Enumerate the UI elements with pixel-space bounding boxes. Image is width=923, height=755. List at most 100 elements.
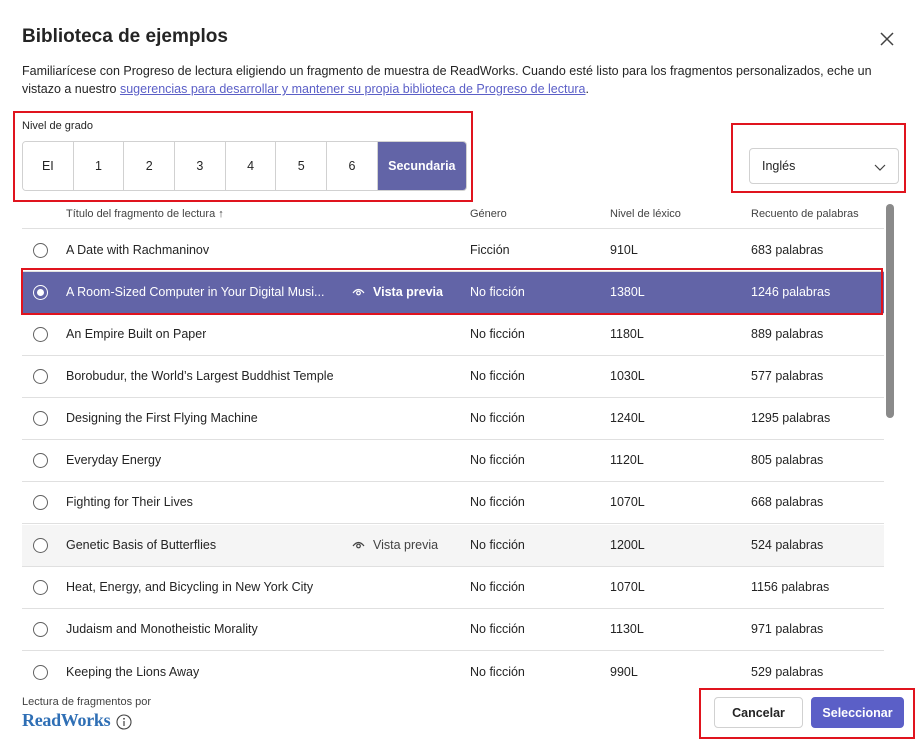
select-button[interactable]: Seleccionar xyxy=(811,697,904,728)
passages-table: Título del fragmento de lectura ↑ Género… xyxy=(22,202,884,686)
table-row[interactable]: Borobudur, the World’s Largest Buddhist … xyxy=(22,356,884,398)
attribution-label: Lectura de fragmentos por xyxy=(22,696,152,708)
row-radio[interactable] xyxy=(33,538,48,553)
row-radio[interactable] xyxy=(33,665,48,680)
passage-words: 971 palabras xyxy=(751,622,824,636)
grade-option-secundaria[interactable]: Secundaria xyxy=(377,142,466,190)
table-row[interactable]: Everyday Energy No ficción 1120L 805 pal… xyxy=(22,440,884,482)
column-header-words[interactable]: Recuento de palabras xyxy=(751,208,859,220)
info-icon[interactable] xyxy=(116,714,132,730)
dialog-title: Biblioteca de ejemplos xyxy=(22,26,228,47)
language-dropdown[interactable]: Inglés xyxy=(749,148,899,184)
grade-option-2[interactable]: 2 xyxy=(124,142,176,190)
passage-genre: No ficción xyxy=(470,327,525,341)
passage-lexile: 1180L xyxy=(610,327,644,341)
passage-words: 529 palabras xyxy=(751,665,824,679)
passage-title: Fighting for Their Lives xyxy=(66,495,193,509)
passage-genre: No ficción xyxy=(470,580,525,594)
row-radio[interactable] xyxy=(33,369,48,384)
chevron-down-icon xyxy=(874,164,886,171)
row-radio[interactable] xyxy=(33,495,48,510)
passage-lexile: 1380L xyxy=(610,285,645,299)
passage-genre: No ficción xyxy=(470,453,525,467)
grade-option-ei[interactable]: EI xyxy=(23,142,74,190)
passage-genre: No ficción xyxy=(470,538,525,552)
row-radio[interactable] xyxy=(33,580,48,595)
passage-words: 524 palabras xyxy=(751,538,824,552)
sort-arrow-up-icon: ↑ xyxy=(218,208,224,220)
table-row[interactable]: Designing the First Flying Machine No fi… xyxy=(22,398,884,440)
column-header-title[interactable]: Título del fragmento de lectura ↑ xyxy=(66,208,224,220)
passage-genre: No ficción xyxy=(470,285,525,299)
passage-genre: No ficción xyxy=(470,622,525,636)
passage-words: 577 palabras xyxy=(751,369,824,383)
passage-genre: Ficción xyxy=(470,243,510,257)
library-tips-link[interactable]: sugerencias para desarrollar y mantener … xyxy=(120,82,586,96)
passage-lexile: 1070L xyxy=(610,580,645,594)
grade-option-5[interactable]: 5 xyxy=(276,142,328,190)
passage-title: Designing the First Flying Machine xyxy=(66,411,258,425)
table-row[interactable]: Heat, Energy, and Bicycling in New York … xyxy=(22,567,884,609)
language-value: Inglés xyxy=(762,159,796,173)
passage-title: A Date with Rachmaninov xyxy=(66,243,210,257)
passage-lexile: 910L xyxy=(610,243,638,257)
row-radio[interactable] xyxy=(33,411,48,426)
passage-lexile: 1130L xyxy=(610,622,644,636)
passage-title: A Room-Sized Computer in Your Digital Mu… xyxy=(66,285,325,299)
passage-genre: No ficción xyxy=(470,369,525,383)
grade-label: Nivel de grado xyxy=(22,120,93,132)
row-radio[interactable] xyxy=(33,453,48,468)
table-row[interactable]: Keeping the Lions Away No ficción 990L 5… xyxy=(22,652,884,686)
row-radio[interactable] xyxy=(33,285,48,300)
readworks-logo: ReadWorks xyxy=(22,710,111,730)
table-row[interactable]: Judaism and Monotheistic Morality No fic… xyxy=(22,609,884,651)
grade-option-3[interactable]: 3 xyxy=(175,142,226,190)
table-row[interactable]: Fighting for Their Lives No ficción 1070… xyxy=(22,482,884,524)
table-row[interactable]: A Date with Rachmaninov Ficción 910L 683… xyxy=(22,230,884,272)
passage-lexile: 1070L xyxy=(610,495,645,509)
passage-words: 668 palabras xyxy=(751,495,824,509)
passage-words: 1156 palabras xyxy=(751,580,830,594)
cancel-button[interactable]: Cancelar xyxy=(714,697,803,728)
grade-selector: EI 1 2 3 4 5 6 Secundaria xyxy=(22,141,467,191)
grade-option-1[interactable]: 1 xyxy=(73,142,125,190)
close-icon[interactable] xyxy=(876,28,898,50)
row-radio[interactable] xyxy=(33,327,48,342)
grade-option-6[interactable]: 6 xyxy=(327,142,378,190)
intro-text: Familiarícese con Progreso de lectura el… xyxy=(22,64,872,96)
preview-button[interactable]: Vista previa xyxy=(352,285,443,299)
column-header-lexile[interactable]: Nivel de léxico xyxy=(610,208,681,220)
passage-title: Genetic Basis of Butterflies xyxy=(66,538,217,552)
passage-title: Keeping the Lions Away xyxy=(66,665,200,679)
passage-title: Judaism and Monotheistic Morality xyxy=(66,622,258,636)
passage-title: Heat, Energy, and Bicycling in New York … xyxy=(66,580,314,594)
passage-words: 683 palabras xyxy=(751,243,824,257)
passage-words: 805 palabras xyxy=(751,453,824,467)
row-radio[interactable] xyxy=(33,622,48,637)
passage-words: 1246 palabras xyxy=(751,285,831,299)
table-row-selected[interactable]: A Room-Sized Computer in Your Digital Mu… xyxy=(22,272,884,314)
eye-icon xyxy=(352,288,365,296)
passage-genre: No ficción xyxy=(470,411,525,425)
passage-title: Everyday Energy xyxy=(66,453,162,467)
passage-lexile: 1030L xyxy=(610,369,645,383)
passage-genre: No ficción xyxy=(470,665,525,679)
passage-lexile: 990L xyxy=(610,665,638,679)
column-header-genre[interactable]: Género xyxy=(470,208,507,220)
passage-title: Borobudur, the World’s Largest Buddhist … xyxy=(66,369,334,383)
passage-title: An Empire Built on Paper xyxy=(66,327,207,341)
passage-lexile: 1120L xyxy=(610,453,644,467)
row-radio[interactable] xyxy=(33,243,48,258)
eye-icon xyxy=(352,541,365,549)
table-row-hover[interactable]: Genetic Basis of Butterflies Vista previ… xyxy=(22,525,884,567)
passage-words: 1295 palabras xyxy=(751,411,831,425)
passage-genre: No ficción xyxy=(470,495,525,509)
passage-words: 889 palabras xyxy=(751,327,824,341)
passage-lexile: 1200L xyxy=(610,538,645,552)
grade-option-4[interactable]: 4 xyxy=(225,142,277,190)
passage-lexile: 1240L xyxy=(610,411,645,425)
preview-button[interactable]: Vista previa xyxy=(352,538,438,552)
table-scrollbar[interactable] xyxy=(886,204,894,418)
table-header: Título del fragmento de lectura ↑ Género… xyxy=(22,202,884,229)
table-row[interactable]: An Empire Built on Paper No ficción 1180… xyxy=(22,314,884,356)
